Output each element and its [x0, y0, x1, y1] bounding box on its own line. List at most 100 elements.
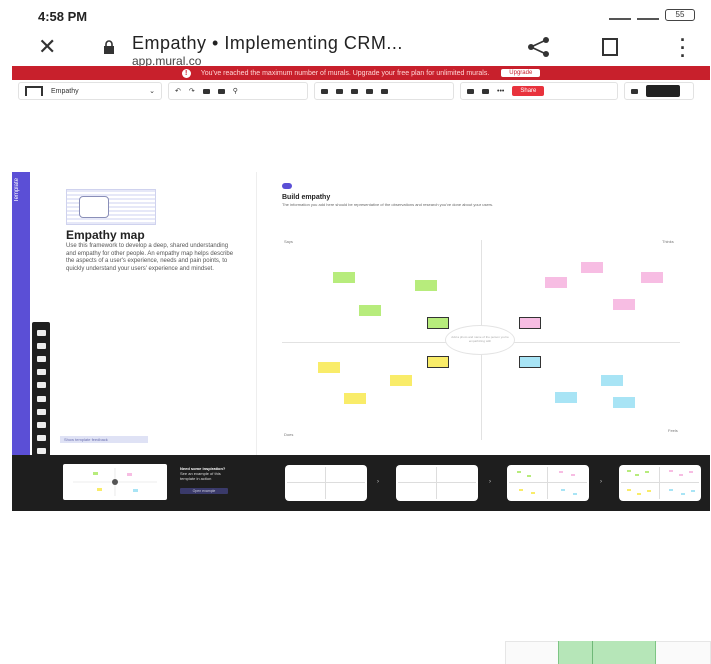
sticky-note[interactable]: [344, 393, 366, 404]
table-tool-icon[interactable]: [36, 421, 46, 428]
mural-logo-icon[interactable]: [25, 86, 43, 96]
lock-board-icon[interactable]: [381, 88, 388, 94]
sticky-note[interactable]: [641, 272, 663, 283]
redo-icon[interactable]: ↷: [189, 87, 195, 95]
undo-icon[interactable]: ↶: [175, 87, 181, 95]
arrow-right-icon: ›: [489, 479, 491, 485]
outline-step-2[interactable]: [396, 465, 478, 501]
outline-step-1[interactable]: [285, 465, 367, 501]
wifi-icon: [609, 10, 631, 20]
battery-icon: 55: [665, 9, 695, 21]
people-icon[interactable]: [351, 88, 358, 94]
open-example-button[interactable]: Open example: [180, 488, 228, 494]
voting-icon[interactable]: [336, 88, 343, 94]
text-tool-icon[interactable]: [36, 342, 46, 349]
outline-step-3[interactable]: [507, 465, 589, 501]
says-icon: [427, 317, 449, 329]
toolbar-share: ••• Share: [460, 82, 618, 100]
thinks-icon: [519, 317, 541, 329]
page-title: Empathy • Implementing CRM...: [132, 33, 403, 53]
mural-name[interactable]: Empathy: [51, 88, 79, 95]
sticky-note[interactable]: [318, 362, 340, 373]
template-strip-label: Template: [14, 178, 20, 203]
upgrade-button[interactable]: Upgrade: [501, 69, 541, 77]
mural-toolbar: Empathy ⌄ ↶ ↷ ⚲ ••• Share: [18, 82, 710, 100]
search-icon[interactable]: ⚲: [233, 87, 238, 95]
sticky-note[interactable]: [581, 262, 603, 273]
more-tools-icon[interactable]: [36, 448, 46, 455]
download-icon[interactable]: [217, 88, 225, 94]
more-menu-icon[interactable]: · · ·: [680, 31, 686, 65]
arrow-right-icon: ›: [377, 479, 379, 485]
example-thumbnail[interactable]: [63, 464, 167, 500]
example-preview-icon: [73, 468, 157, 496]
step-divider: [398, 482, 476, 483]
template-illustration: [66, 189, 156, 225]
image-tool-icon[interactable]: [36, 395, 46, 402]
banner-message: You've reached the maximum number of mur…: [200, 69, 490, 77]
draw-tool-icon[interactable]: [36, 382, 46, 389]
template-feedback-link[interactable]: Show template feedback: [60, 436, 148, 443]
timer-icon[interactable]: [321, 88, 328, 94]
template-description: Use this framework to develop a deep, sh…: [66, 243, 234, 272]
step-divider: [287, 482, 365, 483]
status-bar: 4:58 PM 55: [0, 0, 711, 30]
bottom-highlight[interactable]: [558, 641, 656, 664]
user-icon[interactable]: [482, 88, 489, 94]
facilitator-toggle[interactable]: [646, 85, 680, 97]
status-time: 4:58 PM: [38, 9, 88, 24]
inspiration-text: Need some inspiration? See an example of…: [180, 466, 230, 481]
connector-tool-icon[interactable]: [36, 369, 46, 376]
sticky-note[interactable]: [333, 272, 355, 283]
sticky-note[interactable]: [390, 375, 412, 386]
side-toolbar: [32, 322, 50, 462]
board-subtitle: The information you add here should be r…: [282, 202, 494, 207]
upgrade-banner: ! You've reached the maximum number of m…: [12, 66, 710, 80]
info-icon: !: [181, 68, 191, 78]
template-strip: Template: [12, 172, 30, 455]
frame-tool-icon[interactable]: [36, 408, 46, 415]
step-badge: [282, 183, 292, 189]
shape-tool-icon[interactable]: [36, 355, 46, 362]
status-icons: 55: [609, 9, 695, 21]
sticky-note-tool-icon[interactable]: [36, 329, 46, 336]
board-title: Build empathy: [282, 194, 331, 201]
more-options[interactable]: •••: [497, 88, 504, 95]
pen-icon[interactable]: [366, 88, 373, 94]
sticky-note[interactable]: [555, 392, 577, 403]
step-notes-preview: [517, 471, 577, 495]
toolbar-edit: ↶ ↷ ⚲: [168, 82, 308, 100]
persona-center[interactable]: Add a photo and name of the person you'r…: [445, 325, 515, 355]
sticky-note[interactable]: [601, 375, 623, 386]
close-icon[interactable]: ✕: [38, 36, 56, 58]
feels-icon: [519, 356, 541, 368]
quadrant-does-label: Does: [284, 432, 294, 437]
help-icon[interactable]: [631, 88, 638, 94]
comment-tool-icon[interactable]: [36, 435, 46, 442]
sticky-note[interactable]: [545, 277, 567, 288]
quadrant-thinks-label: Thinks: [662, 239, 674, 244]
browser-bar: ✕ Empathy • Implementing CRM... app.mura…: [0, 30, 711, 68]
empathy-board[interactable]: [257, 172, 701, 455]
chevron-down-icon[interactable]: ⌄: [149, 87, 155, 95]
outline-step-4[interactable]: [619, 465, 701, 501]
toolbar-left: Empathy ⌄: [18, 82, 162, 100]
sticky-note[interactable]: [359, 305, 381, 316]
portrait-icon: [79, 196, 109, 218]
cloud-icon[interactable]: [202, 88, 210, 94]
quadrant-feels-label: Feels: [668, 428, 678, 433]
step-notes-preview: [627, 470, 695, 495]
bottom-highlight-divider: [592, 641, 593, 664]
step-divider: [325, 467, 326, 499]
inspiration-body: See an example of this template in actio…: [180, 471, 221, 481]
toolbar-right: [624, 82, 694, 100]
outline-icon[interactable]: [467, 88, 474, 94]
step-divider: [436, 467, 437, 499]
bookmark-icon[interactable]: [602, 38, 618, 56]
share-button[interactable]: Share: [512, 86, 545, 96]
sticky-note[interactable]: [415, 280, 437, 291]
sticky-note[interactable]: [613, 299, 635, 310]
share-icon[interactable]: [526, 36, 552, 58]
sticky-note[interactable]: [613, 397, 635, 408]
lock-icon: [104, 40, 114, 54]
